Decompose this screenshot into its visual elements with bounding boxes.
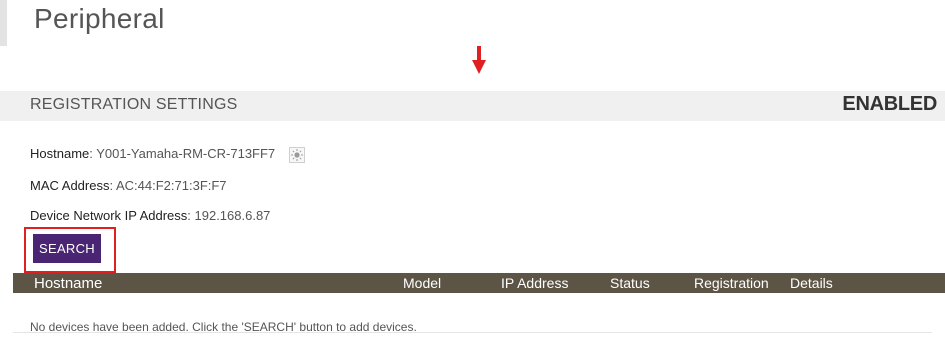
hostname-label: Hostname (30, 146, 90, 161)
search-button[interactable]: SEARCH (33, 234, 101, 263)
hostname-row: Hostname: Y001-Yamaha-RM-CR-713FF7 (30, 146, 305, 163)
mac-address-value: : AC:44:F2:71:3F:F7 (109, 178, 227, 193)
section-title: REGISTRATION SETTINGS (30, 96, 238, 113)
table-divider (13, 332, 932, 333)
page-title: Peripheral (34, 3, 165, 34)
mac-address-row: MAC Address: AC:44:F2:71:3F:F7 (30, 178, 227, 193)
hostname-value: : Y001-Yamaha-RM-CR-713FF7 (89, 146, 276, 161)
column-registration[interactable]: Registration (694, 275, 769, 291)
arrow-down-icon (472, 46, 486, 74)
registration-settings-header: REGISTRATION SETTINGS ENABLED (0, 91, 945, 121)
column-model[interactable]: Model (403, 275, 441, 291)
ip-address-row: Device Network IP Address: 192.168.6.87 (30, 208, 270, 223)
ip-address-value: : 192.168.6.87 (187, 208, 271, 223)
ip-address-label: Device Network IP Address (30, 208, 188, 223)
sun-icon[interactable] (288, 146, 305, 163)
column-ip-address[interactable]: IP Address (501, 275, 568, 291)
status-badge[interactable]: ENABLED (842, 93, 937, 116)
column-details[interactable]: Details (790, 275, 833, 291)
column-hostname[interactable]: Hostname (34, 275, 102, 292)
column-status[interactable]: Status (610, 275, 650, 291)
devices-table-header: Hostname Model IP Address Status Registr… (13, 273, 945, 293)
title-accent-bar (0, 0, 7, 46)
mac-address-label: MAC Address (30, 178, 110, 193)
